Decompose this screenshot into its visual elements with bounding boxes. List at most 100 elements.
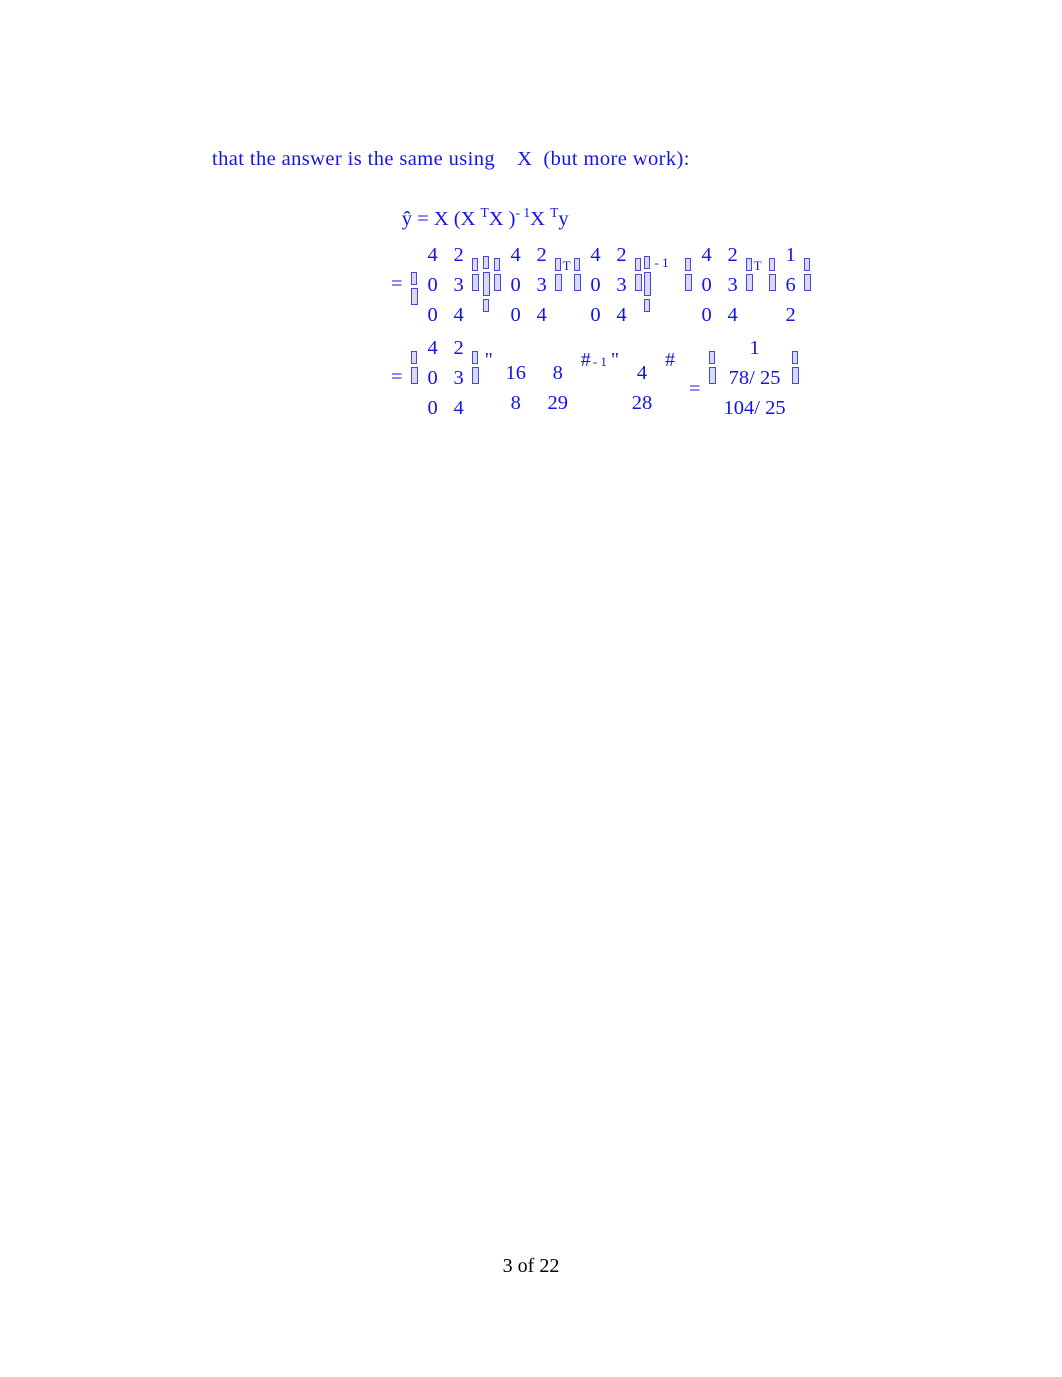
bracket-close-2 (554, 258, 562, 291)
matrix-cell: 2 (616, 244, 627, 266)
matrix-cell: 3 (453, 367, 464, 389)
vector-xty: 4 28 (621, 358, 663, 418)
matrix-cell: 0 (427, 397, 438, 419)
matrix-cell: 3 (727, 274, 738, 296)
matrix-cell: 0 (701, 304, 712, 326)
bracket-glyph-box-icon (644, 299, 651, 312)
bracket-close-3 (634, 258, 642, 291)
bracket-glyph-box-icon (745, 274, 753, 291)
matrix-cell: 0 (427, 274, 438, 296)
bracket-glyph-box-icon (684, 274, 692, 291)
matrix-cell: 0 (590, 304, 601, 326)
matrix-x-line2: 4 2 0 3 0 4 (420, 333, 472, 423)
matrix-cell: 0 (510, 274, 521, 296)
intro-paragraph: that the answer is the same using X (but… (212, 148, 690, 170)
equation-head-lhs: ŷ = (401, 208, 434, 230)
matrix-cell: 2 (536, 244, 547, 266)
matrix-cell: 2 (453, 244, 464, 266)
bracket-glyph-box-icon (410, 287, 418, 305)
bracket-glyph-box-icon (555, 258, 562, 271)
bracket-close-6 (471, 351, 479, 384)
bracket-glyph-box-icon (746, 258, 753, 271)
bracket-glyph-box-icon (685, 258, 692, 271)
matrix-cell: 4 (453, 397, 464, 419)
bracket-glyph-box-icon (493, 274, 501, 291)
matrix-cell: 3 (453, 274, 464, 296)
matrix-cell: 4 (453, 304, 464, 326)
bracket-glyph-box-icon (483, 256, 490, 269)
hash-bracket-close-1: # (580, 349, 591, 371)
superscript-transpose-d: T (753, 258, 762, 273)
bracket-glyph-box-icon (573, 274, 581, 291)
vector-y: 1 6 2 (778, 240, 804, 330)
equation-line1-equals: = (391, 273, 403, 295)
equation-head-sup-inverse: - 1 (515, 205, 531, 221)
superscript-inverse-c: - 1 (654, 255, 669, 270)
matrix-cell: 4 (536, 304, 547, 326)
matrix-x-b: 4 2 0 3 0 4 (503, 240, 555, 330)
document-page: that the answer is the same using X (but… (0, 0, 1062, 1377)
bracket-glyph-box-icon (803, 274, 811, 291)
matrix-cell: 4 (510, 244, 521, 266)
matrix-cell: 1 (749, 337, 760, 359)
page-footer: 3 of 22 (502, 1255, 560, 1277)
bracket-open-5 (768, 258, 776, 291)
result-vector: 1 78/ 25 104/ 25 (718, 333, 792, 423)
bracket-glyph-box-icon (634, 274, 642, 291)
equation-head-expr4: y (558, 208, 569, 230)
matrix-cell: 0 (701, 274, 712, 296)
group-paren-open-glyphs (482, 256, 490, 312)
matrix-cell: 8 (510, 392, 521, 414)
bracket-close-4 (745, 258, 753, 291)
matrix-cell: 8 (552, 362, 563, 384)
group-paren-close-glyphs (643, 256, 651, 312)
bracket-glyph-box-icon (768, 274, 776, 291)
bracket-glyph-box-icon (644, 256, 651, 269)
bracket-close-5 (803, 258, 811, 291)
matrix-cell: 4 (727, 304, 738, 326)
matrix-x-a: 4 2 0 3 0 4 (420, 240, 472, 330)
equation-head-sup-transpose-1: T (480, 205, 489, 221)
bracket-glyph-box-icon (411, 351, 418, 364)
bracket-glyph-box-icon (643, 272, 651, 296)
bracket-glyph-box-icon (792, 351, 799, 364)
matrix-cell: 0 (427, 367, 438, 389)
bracket-open-3 (573, 258, 581, 291)
matrix-cell: 6 (785, 274, 796, 296)
bracket-glyph-box-icon (635, 258, 642, 271)
quote-bracket-open: " (484, 349, 493, 371)
matrix-cell: 2 (453, 337, 464, 359)
matrix-cell: 4 (616, 304, 627, 326)
equation-head-expr3: X (530, 208, 551, 230)
bracket-glyph-box-icon (483, 299, 490, 312)
matrix-cell: 16 (505, 362, 526, 384)
superscript-transpose-b: T (562, 258, 571, 273)
bracket-open-4 (684, 258, 692, 291)
matrix-cell: 0 (590, 274, 601, 296)
equation-line2-equals-left: = (391, 366, 403, 388)
bracket-glyph-box-icon (494, 258, 501, 271)
bracket-glyph-box-icon (804, 258, 811, 271)
superscript-inverse-line2: - 1 (592, 354, 607, 369)
matrix-cell: 0 (427, 304, 438, 326)
bracket-glyph-box-icon (482, 272, 490, 296)
matrix-cell: 4 (701, 244, 712, 266)
bracket-open-1 (410, 258, 418, 318)
matrix-x-d: 4 2 0 3 0 4 (694, 240, 746, 330)
hash-bracket-close-2: # (665, 349, 675, 371)
matrix-cell: 3 (536, 274, 547, 296)
matrix-cell: 3 (616, 274, 627, 296)
equation-head-expr2: X ) (488, 208, 516, 230)
equation-line2-equals-right: = (689, 378, 701, 400)
bracket-close-7 (791, 351, 799, 384)
matrix-cell: 2 (727, 244, 738, 266)
bracket-glyph-box-icon (554, 274, 562, 291)
bracket-glyph-box-icon (471, 367, 479, 384)
bracket-close-1 (471, 258, 479, 291)
bracket-glyph-box-icon (472, 258, 479, 271)
bracket-glyph-box-icon (709, 351, 716, 364)
bracket-open-6 (410, 351, 418, 384)
matrix-cell: 1 (785, 244, 796, 266)
matrix-cell: 2 (785, 304, 796, 326)
equation-line-1: = 4 2 0 3 0 4 4 2 0 3 0 4 T 4 2 0 3 0 4 … (391, 240, 811, 330)
